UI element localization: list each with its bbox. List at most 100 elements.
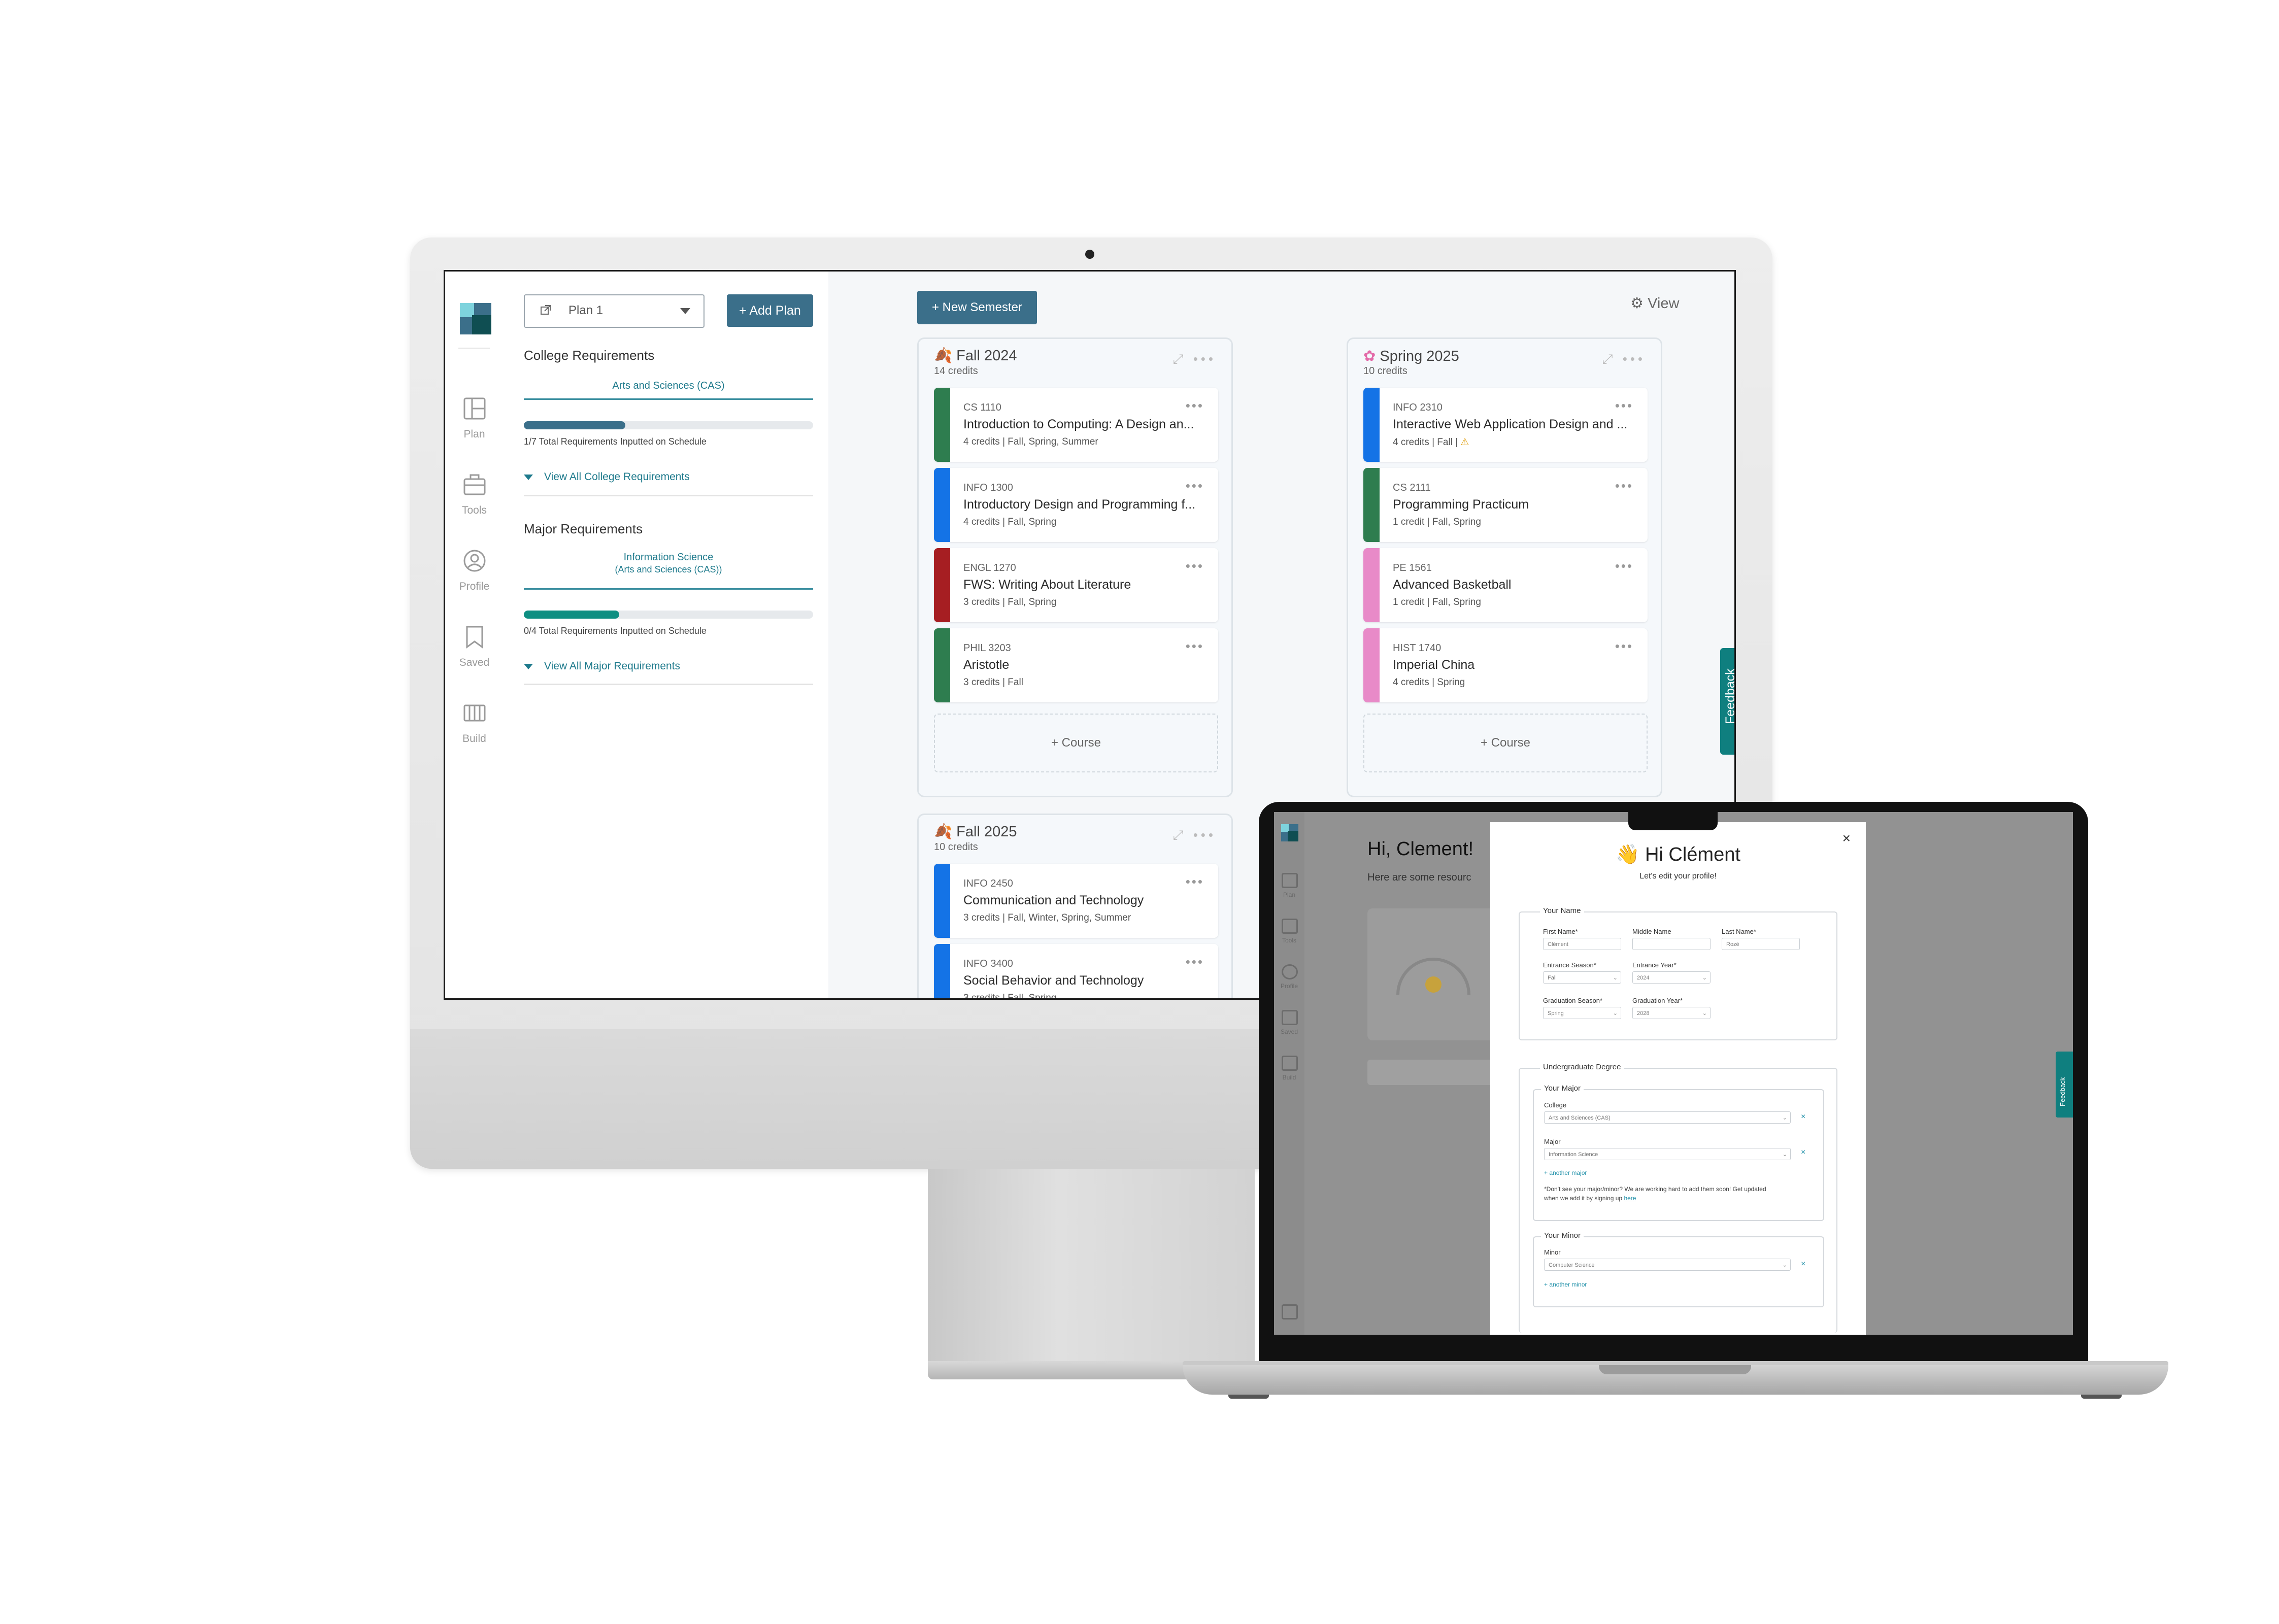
fall-leaf-icon: 🍂 — [934, 348, 953, 364]
build-icon — [463, 704, 485, 722]
new-semester-button[interactable]: + New Semester — [917, 291, 1037, 324]
triangle-down-icon — [524, 663, 533, 669]
course-meta: 3 credits | Fall, Spring — [963, 993, 1057, 1000]
rail-item-plan-label: Plan — [463, 428, 485, 440]
course-card[interactable]: ENGL 1270 FWS: Writing About Literature 3 … — [934, 548, 1218, 622]
app-logo-icon[interactable] — [460, 303, 491, 334]
course-card[interactable]: INFO 3400 Social Behavior and Technology 3… — [934, 944, 1218, 1000]
rail-item-saved[interactable]: Saved — [445, 624, 504, 669]
logout-icon[interactable] — [1282, 1304, 1298, 1319]
expand-icon[interactable]: ⤢ — [1602, 351, 1616, 366]
major-select[interactable]: Information Science ⌄ — [1544, 1148, 1791, 1160]
laptop-rail-label: Build — [1282, 1074, 1296, 1081]
expand-icon[interactable]: ⤢ — [1173, 351, 1187, 366]
major-tab[interactable]: Information Science (Arts and Sciences (C… — [524, 551, 813, 575]
more-icon[interactable]: ••• — [1615, 558, 1633, 574]
graduation-year-select[interactable]: 2028 ⌄ — [1632, 1007, 1711, 1019]
remove-college-icon[interactable]: × — [1801, 1112, 1805, 1122]
major-tab-line2: (Arts and Sciences (CAS)) — [615, 564, 722, 574]
feedback-tab[interactable]: Feedback — [2056, 1052, 2073, 1118]
more-icon[interactable]: ••• — [1193, 827, 1216, 842]
entrance-year-select[interactable]: 2024 ⌄ — [1632, 971, 1711, 984]
course-card[interactable]: INFO 2310 Interactive Web Application Des… — [1363, 388, 1648, 462]
last-name-field[interactable]: Rozé — [1722, 938, 1800, 950]
course-card[interactable]: CS 2111 Programming Practicum 1 credit | F… — [1363, 468, 1648, 542]
gauge-icon — [1396, 958, 1470, 995]
more-icon[interactable]: ••• — [1615, 638, 1633, 654]
chevron-down-icon: ⌄ — [1782, 1152, 1787, 1158]
signup-link[interactable]: here — [1624, 1195, 1636, 1202]
add-course-button[interactable]: + Course — [934, 714, 1218, 772]
rail-item-build[interactable]: Build — [445, 700, 504, 745]
course-card[interactable]: PHIL 3203 Aristotle 3 credits | Fall ••• — [934, 628, 1218, 702]
minor-label: Minor — [1544, 1248, 1561, 1256]
more-icon[interactable]: ••• — [1186, 638, 1204, 654]
add-another-major-link[interactable]: + another major — [1544, 1169, 1587, 1176]
course-meta: 3 credits | Fall, Winter, Spring, Summer — [963, 912, 1131, 923]
course-meta: 4 credits | Fall | ⚠ — [1393, 436, 1469, 448]
build-icon[interactable] — [1282, 1056, 1298, 1071]
college-tab[interactable]: Arts and Sciences (CAS) — [524, 379, 813, 392]
course-card[interactable]: HIST 1740 Imperial China 4 credits | Sprin… — [1363, 628, 1648, 702]
graduation-season-select[interactable]: Spring ⌄ — [1543, 1007, 1621, 1019]
course-card[interactable]: INFO 2450 Communication and Technology 3 c… — [934, 864, 1218, 938]
course-code: INFO 2310 — [1393, 402, 1443, 413]
entrance-season-select[interactable]: Fall ⌄ — [1543, 971, 1621, 984]
course-card[interactable]: CS 1110 Introduction to Computing: A Desi… — [934, 388, 1218, 462]
plan-icon[interactable] — [1282, 873, 1298, 888]
edit-plan-icon[interactable] — [540, 304, 551, 316]
add-plan-button[interactable]: + Add Plan — [727, 294, 813, 327]
bookmark-icon[interactable] — [1282, 1010, 1298, 1025]
semester-actions[interactable]: ⤢ ••• — [1173, 351, 1216, 367]
laptop-foot — [2081, 1395, 2122, 1399]
entrance-season-label: Entrance Season* — [1543, 961, 1596, 969]
semester-actions[interactable]: ⤢ ••• — [1173, 827, 1216, 843]
more-icon[interactable]: ••• — [1186, 398, 1204, 414]
course-card[interactable]: PE 1561 Advanced Basketball 1 credit | Fal… — [1363, 548, 1648, 622]
more-icon[interactable]: ••• — [1193, 351, 1216, 366]
add-another-minor-link[interactable]: + another minor — [1544, 1281, 1587, 1288]
college-select[interactable]: Arts and Sciences (CAS) ⌄ — [1544, 1111, 1791, 1124]
remove-minor-icon[interactable]: × — [1801, 1260, 1805, 1269]
semester-title: ✿ Spring 2025 — [1363, 347, 1459, 365]
first-name-field[interactable]: Clément — [1543, 938, 1621, 950]
minor-select[interactable]: Computer Science ⌄ — [1544, 1259, 1791, 1271]
semester-actions[interactable]: ⤢ ••• — [1602, 351, 1646, 367]
profile-icon[interactable] — [1282, 964, 1298, 979]
add-course-button[interactable]: + Course — [1363, 714, 1648, 772]
more-icon[interactable]: ••• — [1186, 954, 1204, 970]
rail-item-tools-label: Tools — [461, 504, 487, 516]
section-legend: Your Name — [1540, 906, 1584, 915]
graduation-year-label: Graduation Year* — [1632, 997, 1683, 1004]
laptop-rail-label: Tools — [1282, 937, 1296, 944]
plan-select[interactable]: Plan 1 — [524, 294, 705, 328]
course-card[interactable]: INFO 1300 Introductory Design and Program… — [934, 468, 1218, 542]
more-icon[interactable]: ••• — [1623, 351, 1646, 366]
view-button[interactable]: ⚙ View — [1630, 294, 1679, 312]
middle-name-field[interactable] — [1632, 938, 1711, 950]
divider — [524, 495, 813, 496]
course-color-bar — [934, 944, 950, 998]
more-icon[interactable]: ••• — [1615, 398, 1633, 414]
modal-subtitle: Let's edit your profile! — [1639, 872, 1717, 881]
more-icon[interactable]: ••• — [1186, 874, 1204, 890]
feedback-tab[interactable]: Feedback — [1720, 648, 1734, 755]
view-all-major-requirements[interactable]: View All Major Requirements — [524, 660, 680, 672]
toolbox-icon[interactable] — [1282, 919, 1298, 934]
dashboard-button[interactable] — [1367, 1060, 1499, 1085]
more-icon[interactable]: ••• — [1615, 478, 1633, 494]
course-meta: 4 credits | Fall, Spring, Summer — [963, 436, 1098, 447]
plan-icon — [463, 397, 485, 420]
app-logo-icon[interactable] — [1281, 824, 1298, 841]
rail-item-tools[interactable]: Tools — [445, 472, 504, 517]
more-icon[interactable]: ••• — [1186, 558, 1204, 574]
more-icon[interactable]: ••• — [1186, 478, 1204, 494]
remove-major-icon[interactable]: × — [1801, 1148, 1805, 1157]
expand-icon[interactable]: ⤢ — [1173, 827, 1187, 842]
last-name-label: Last Name* — [1722, 928, 1756, 935]
rail-item-profile[interactable]: Profile — [445, 548, 504, 593]
view-all-college-requirements[interactable]: View All College Requirements — [524, 471, 690, 483]
laptop-notch — [1628, 812, 1718, 830]
course-code: PE 1561 — [1393, 562, 1432, 573]
rail-item-plan[interactable]: Plan — [445, 396, 504, 441]
